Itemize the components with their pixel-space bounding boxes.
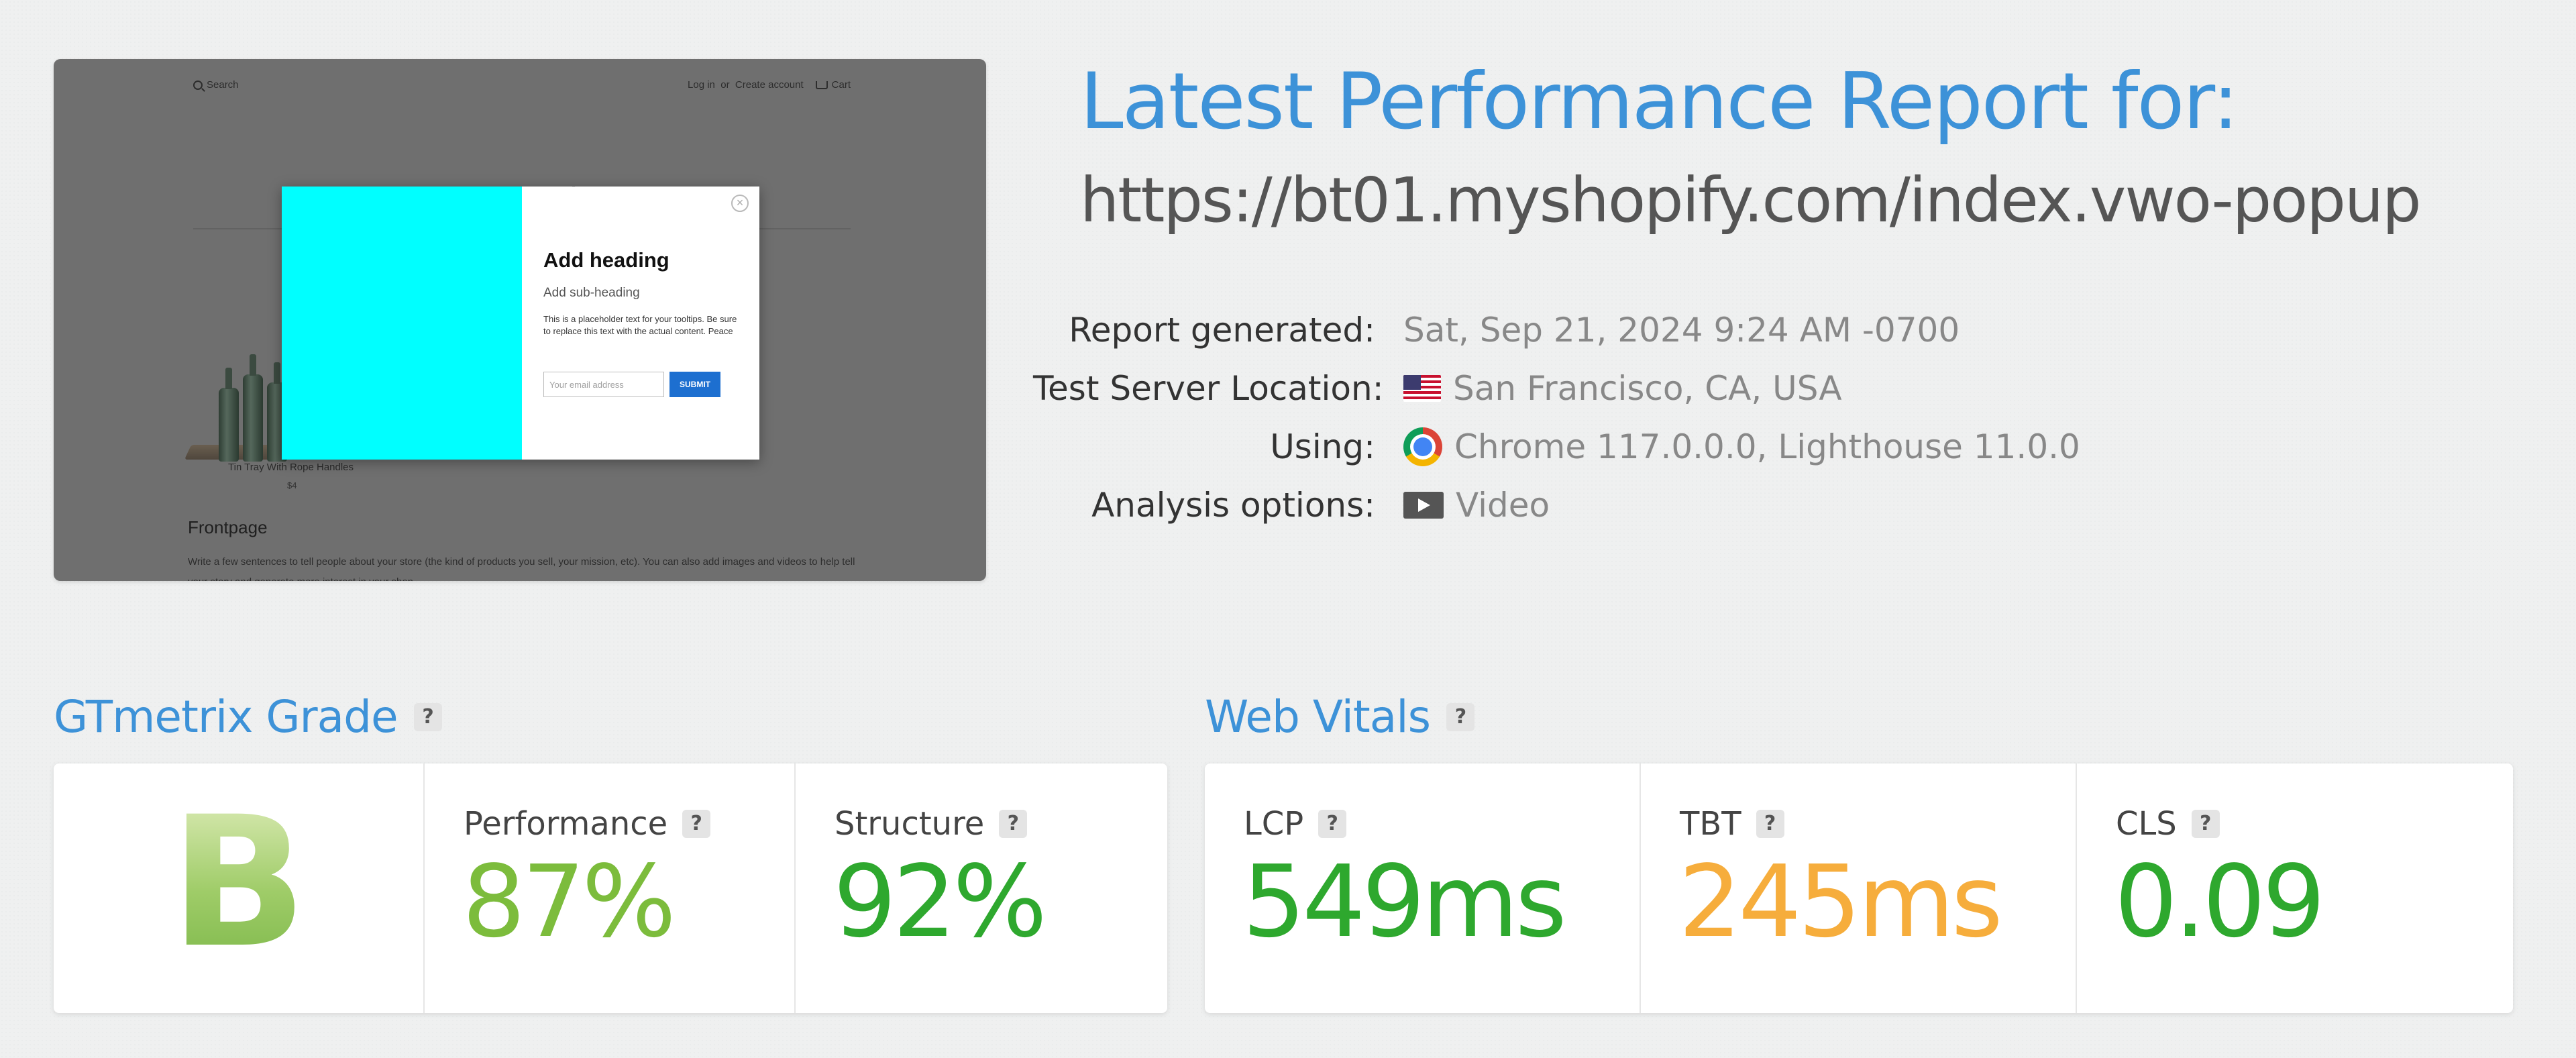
popup-heading: Add heading [543, 248, 669, 272]
web-vitals-title: Web Vitals [1205, 691, 1431, 743]
performance-score: 87% [462, 844, 676, 959]
grade-letter-cell: B [54, 763, 425, 1013]
meta-value-using: Chrome 117.0.0.0, Lighthouse 11.0.0 [1403, 427, 2080, 466]
web-vitals-card: LCP ? 549ms TBT ? 245ms CLS ? 0.09 [1205, 763, 2513, 1013]
performance-label: Performance ? [464, 805, 711, 843]
page-screenshot-thumbnail[interactable]: Search Log in or Create account Cart BT … [54, 59, 986, 581]
tbt-value: 245ms [1678, 844, 2003, 959]
report-generated-date: Sat, Sep 21, 2024 9:24 AM -0700 [1403, 310, 1960, 350]
lcp-help-icon[interactable]: ? [1318, 810, 1347, 838]
gtmetrix-grade-title: GTmetrix Grade [54, 691, 398, 743]
lcp-label: LCP ? [1244, 805, 1347, 843]
frontpage-text: Write a few sentences to tell people abo… [188, 556, 855, 581]
popup-body-text: This is a placeholder text for your tool… [543, 314, 737, 336]
cls-cell: CLS ? 0.09 [2077, 763, 2513, 1013]
tbt-help-icon[interactable]: ? [1756, 810, 1784, 838]
meta-label-using: Using: [1270, 427, 1375, 466]
meta-value-generated: Sat, Sep 21, 2024 9:24 AM -0700 [1403, 311, 1960, 350]
report-meta: Report generated: Sat, Sep 21, 2024 9:24… [1033, 301, 2106, 534]
us-flag-icon [1403, 374, 1441, 402]
meta-label-location: Test Server Location: [1033, 368, 1384, 408]
lcp-value: 549ms [1242, 844, 1567, 959]
site-login-link: Log in or Create account [688, 79, 804, 91]
meta-row-options: Analysis options: Video [1033, 476, 2106, 534]
frontpage-title: Frontpage [188, 517, 268, 537]
site-search-label: Search [207, 79, 239, 91]
report-url: https://bt01.myshopify.com/index.vwo-pop… [1080, 164, 2422, 236]
cart-icon [815, 81, 828, 90]
site-header: Search Log in or Create account Cart [193, 72, 851, 99]
server-location: San Francisco, CA, USA [1453, 368, 1842, 408]
meta-row-generated: Report generated: Sat, Sep 21, 2024 9:24… [1033, 301, 2106, 359]
meta-value-location: San Francisco, CA, USA [1403, 369, 1842, 408]
gtmetrix-grade-card: B Performance ? 87% Structure ? 92% [54, 763, 1167, 1013]
popup-image [282, 187, 522, 460]
video-icon[interactable] [1403, 491, 1444, 519]
structure-label: Structure ? [835, 805, 1028, 843]
site-cart-link: Cart [815, 79, 851, 91]
cls-label: CLS ? [2116, 805, 2220, 843]
web-vitals-heading: Web Vitals ? [1205, 691, 1474, 743]
grade-letter: B [54, 793, 423, 973]
analysis-option-video[interactable]: Video [1456, 486, 1550, 525]
popup-dialog: × Add heading Add sub-heading This is a … [282, 187, 759, 460]
site-search: Search [193, 79, 239, 91]
structure-score: 92% [833, 844, 1047, 959]
report-title: Latest Performance Report for: [1080, 56, 2239, 147]
meta-value-options[interactable]: Video [1403, 486, 1550, 525]
grade-help-icon[interactable]: ? [413, 702, 442, 731]
popup-submit-button: SUBMIT [669, 372, 720, 397]
meta-row-using: Using: Chrome 117.0.0.0, Lighthouse 11.0… [1033, 417, 2106, 476]
close-icon: × [731, 195, 749, 212]
cls-help-icon[interactable]: ? [2191, 810, 2220, 838]
lcp-cell: LCP ? 549ms [1205, 763, 1641, 1013]
meta-label-options: Analysis options: [1091, 485, 1375, 525]
meta-label-generated: Report generated: [1069, 310, 1375, 350]
tbt-cell: TBT ? 245ms [1641, 763, 2077, 1013]
site-account-links: Log in or Create account Cart [688, 79, 851, 91]
performance-help-icon[interactable]: ? [682, 810, 711, 838]
popup-subheading: Add sub-heading [543, 286, 640, 300]
tbt-label: TBT ? [1680, 805, 1784, 843]
product-price: $4 [287, 480, 297, 490]
search-icon [193, 80, 203, 90]
browser-version: Chrome 117.0.0.0, Lighthouse 11.0.0 [1454, 427, 2080, 466]
structure-help-icon[interactable]: ? [999, 810, 1028, 838]
meta-row-location: Test Server Location: San Francisco, CA,… [1033, 359, 2106, 417]
product-name: Tin Tray With Rope Handles [228, 462, 354, 473]
structure-cell: Structure ? 92% [796, 763, 1167, 1013]
chrome-icon [1403, 427, 1442, 466]
vitals-help-icon[interactable]: ? [1446, 702, 1474, 731]
popup-email-field [543, 372, 664, 397]
performance-cell: Performance ? 87% [425, 763, 796, 1013]
gtmetrix-grade-heading: GTmetrix Grade ? [54, 691, 442, 743]
cls-value: 0.09 [2114, 844, 2326, 959]
